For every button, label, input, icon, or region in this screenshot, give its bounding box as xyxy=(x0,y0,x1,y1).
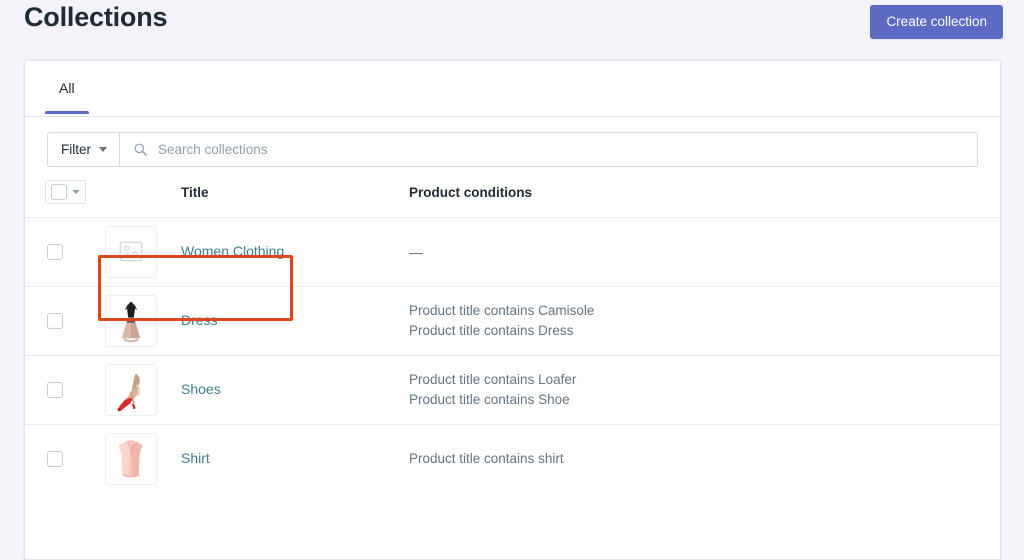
chevron-down-icon xyxy=(72,190,80,194)
row-thumbnail-cell xyxy=(105,295,161,347)
search-field[interactable] xyxy=(119,132,978,167)
row-thumbnail-cell xyxy=(105,433,161,485)
collection-title-link[interactable]: Women Clothing xyxy=(161,243,284,259)
row-checkbox[interactable] xyxy=(47,313,63,329)
row-conditions-cell: Product title contains shirt xyxy=(409,449,978,469)
collection-title-link[interactable]: Shirt xyxy=(161,450,210,466)
tab-all[interactable]: All xyxy=(45,61,89,114)
page-header: Collections Create collection xyxy=(0,0,1024,52)
row-thumbnail-cell xyxy=(105,364,161,416)
row-conditions-cell: Product title contains Loafer Product ti… xyxy=(409,370,978,410)
row-select-cell xyxy=(47,382,105,398)
image-placeholder-icon xyxy=(105,226,157,278)
row-checkbox[interactable] xyxy=(47,451,63,467)
bulk-select-control[interactable] xyxy=(45,180,86,204)
collections-card: All Filter Title Produc xyxy=(24,60,1001,560)
condition-line: — xyxy=(409,244,423,260)
chevron-down-icon xyxy=(99,147,107,152)
row-conditions-cell: — xyxy=(409,242,978,262)
search-icon xyxy=(134,143,147,156)
table-row[interactable]: Shirt Product title contains shirt xyxy=(25,424,1000,493)
condition-line: Product title contains Loafer xyxy=(409,372,577,387)
row-title-cell: Dress xyxy=(161,312,409,330)
row-title-cell: Women Clothing xyxy=(161,243,409,261)
table-row[interactable]: Women Clothing — xyxy=(25,217,1000,286)
table-row[interactable]: Dress Product title contains Camisole Pr… xyxy=(25,286,1000,355)
table-header-row: Title Product conditions xyxy=(25,167,1000,217)
condition-line: Product title contains Dress xyxy=(409,323,574,338)
bulk-select-cell xyxy=(45,180,105,204)
row-select-cell xyxy=(47,313,105,329)
table-row[interactable]: Shoes Product title contains Loafer Prod… xyxy=(25,355,1000,424)
row-select-cell xyxy=(47,244,105,260)
shoe-thumbnail xyxy=(105,364,157,416)
row-checkbox[interactable] xyxy=(47,382,63,398)
row-select-cell xyxy=(47,451,105,467)
dress-thumbnail xyxy=(105,295,157,347)
column-header-title[interactable]: Title xyxy=(161,185,409,200)
condition-line: Product title contains Shoe xyxy=(409,392,570,407)
row-checkbox[interactable] xyxy=(47,244,63,260)
filter-row: Filter xyxy=(25,117,1000,167)
collection-title-link[interactable]: Dress xyxy=(161,312,218,328)
tab-bar: All xyxy=(25,61,1000,117)
select-all-checkbox[interactable] xyxy=(51,184,67,200)
filter-button[interactable]: Filter xyxy=(47,132,119,167)
search-input[interactable] xyxy=(158,142,977,157)
condition-line: Product title contains Camisole xyxy=(409,303,595,318)
column-header-product-conditions[interactable]: Product conditions xyxy=(409,185,978,200)
create-collection-button[interactable]: Create collection xyxy=(870,5,1003,39)
collection-title-link[interactable]: Shoes xyxy=(161,381,221,397)
row-title-cell: Shoes xyxy=(161,381,409,399)
row-thumbnail-cell xyxy=(105,226,161,278)
row-conditions-cell: Product title contains Camisole Product … xyxy=(409,301,978,341)
filter-button-label: Filter xyxy=(61,142,91,157)
page-title: Collections xyxy=(24,2,168,32)
condition-line: Product title contains shirt xyxy=(409,451,564,466)
shirt-thumbnail xyxy=(105,433,157,485)
collections-table: Title Product conditions Women Clothing xyxy=(25,167,1000,493)
row-title-cell: Shirt xyxy=(161,450,409,468)
